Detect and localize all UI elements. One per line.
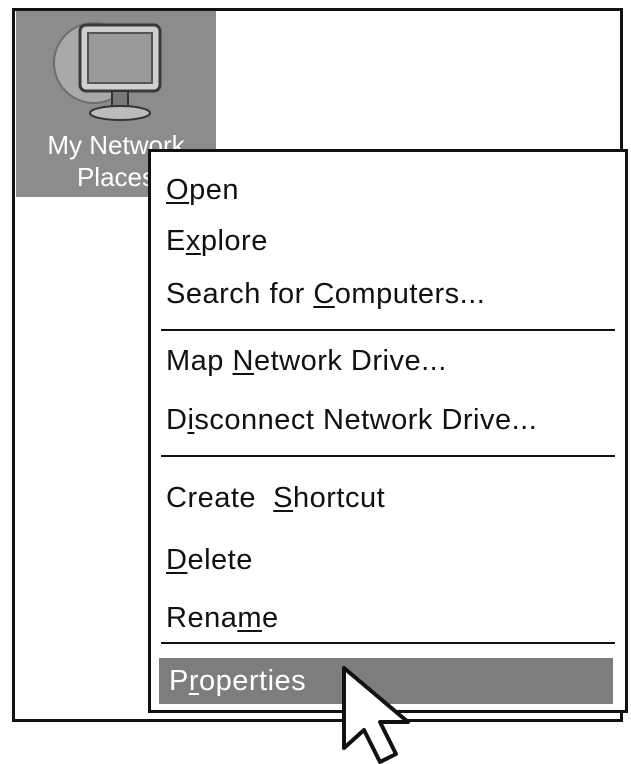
menu-item-accelerator: O <box>166 174 190 206</box>
menu-item-accelerator: D <box>166 544 188 576</box>
menu-separator <box>161 329 615 331</box>
menu-item-text: Map <box>166 345 233 377</box>
menu-item-text: pen <box>189 174 239 206</box>
menu-item-accelerator: N <box>232 345 254 377</box>
menu-item-text: Search for <box>166 278 314 310</box>
menu-item-text: omputers... <box>334 278 486 310</box>
menu-item-accelerator: x <box>185 225 201 257</box>
arrow-cursor-icon <box>342 666 410 764</box>
menu-item-disconnect-network-drive[interactable]: Disconnect Network Drive... <box>151 394 625 446</box>
menu-item-explore[interactable]: Explore <box>151 215 625 267</box>
menu-item-delete[interactable]: Delete <box>151 534 625 586</box>
menu-item-text: Create <box>166 482 274 514</box>
menu-item-search-for-computers[interactable]: Search for Computers... <box>151 268 625 320</box>
menu-item-text: etwork Drive... <box>253 345 447 377</box>
menu-item-text: Rena <box>166 602 238 634</box>
menu-item-text: e <box>262 602 279 634</box>
menu-item-text: sconnect Network Drive... <box>194 404 538 436</box>
menu-separator <box>161 642 615 644</box>
menu-item-rename[interactable]: Rename <box>151 592 625 644</box>
menu-item-accelerator: r <box>188 665 200 697</box>
menu-item-text: plore <box>200 225 268 257</box>
menu-item-open[interactable]: Open <box>151 164 625 216</box>
context-menu: Open Explore Search for Computers... Map… <box>148 149 628 713</box>
menu-item-accelerator: m <box>237 602 262 634</box>
menu-item-accelerator: C <box>313 278 335 310</box>
menu-item-accelerator: S <box>273 482 294 514</box>
menu-item-text: operties <box>199 665 307 697</box>
menu-item-text: D <box>166 404 188 436</box>
menu-item-create-shortcut[interactable]: Create Shortcut <box>151 472 625 524</box>
menu-item-map-network-drive[interactable]: Map Network Drive... <box>151 335 625 387</box>
menu-item-text: elete <box>187 544 253 576</box>
menu-separator <box>161 455 615 457</box>
menu-item-text: hortcut <box>293 482 386 514</box>
menu-item-text: P <box>169 665 189 697</box>
menu-item-text: E <box>166 225 186 257</box>
network-computer-icon <box>53 22 162 121</box>
